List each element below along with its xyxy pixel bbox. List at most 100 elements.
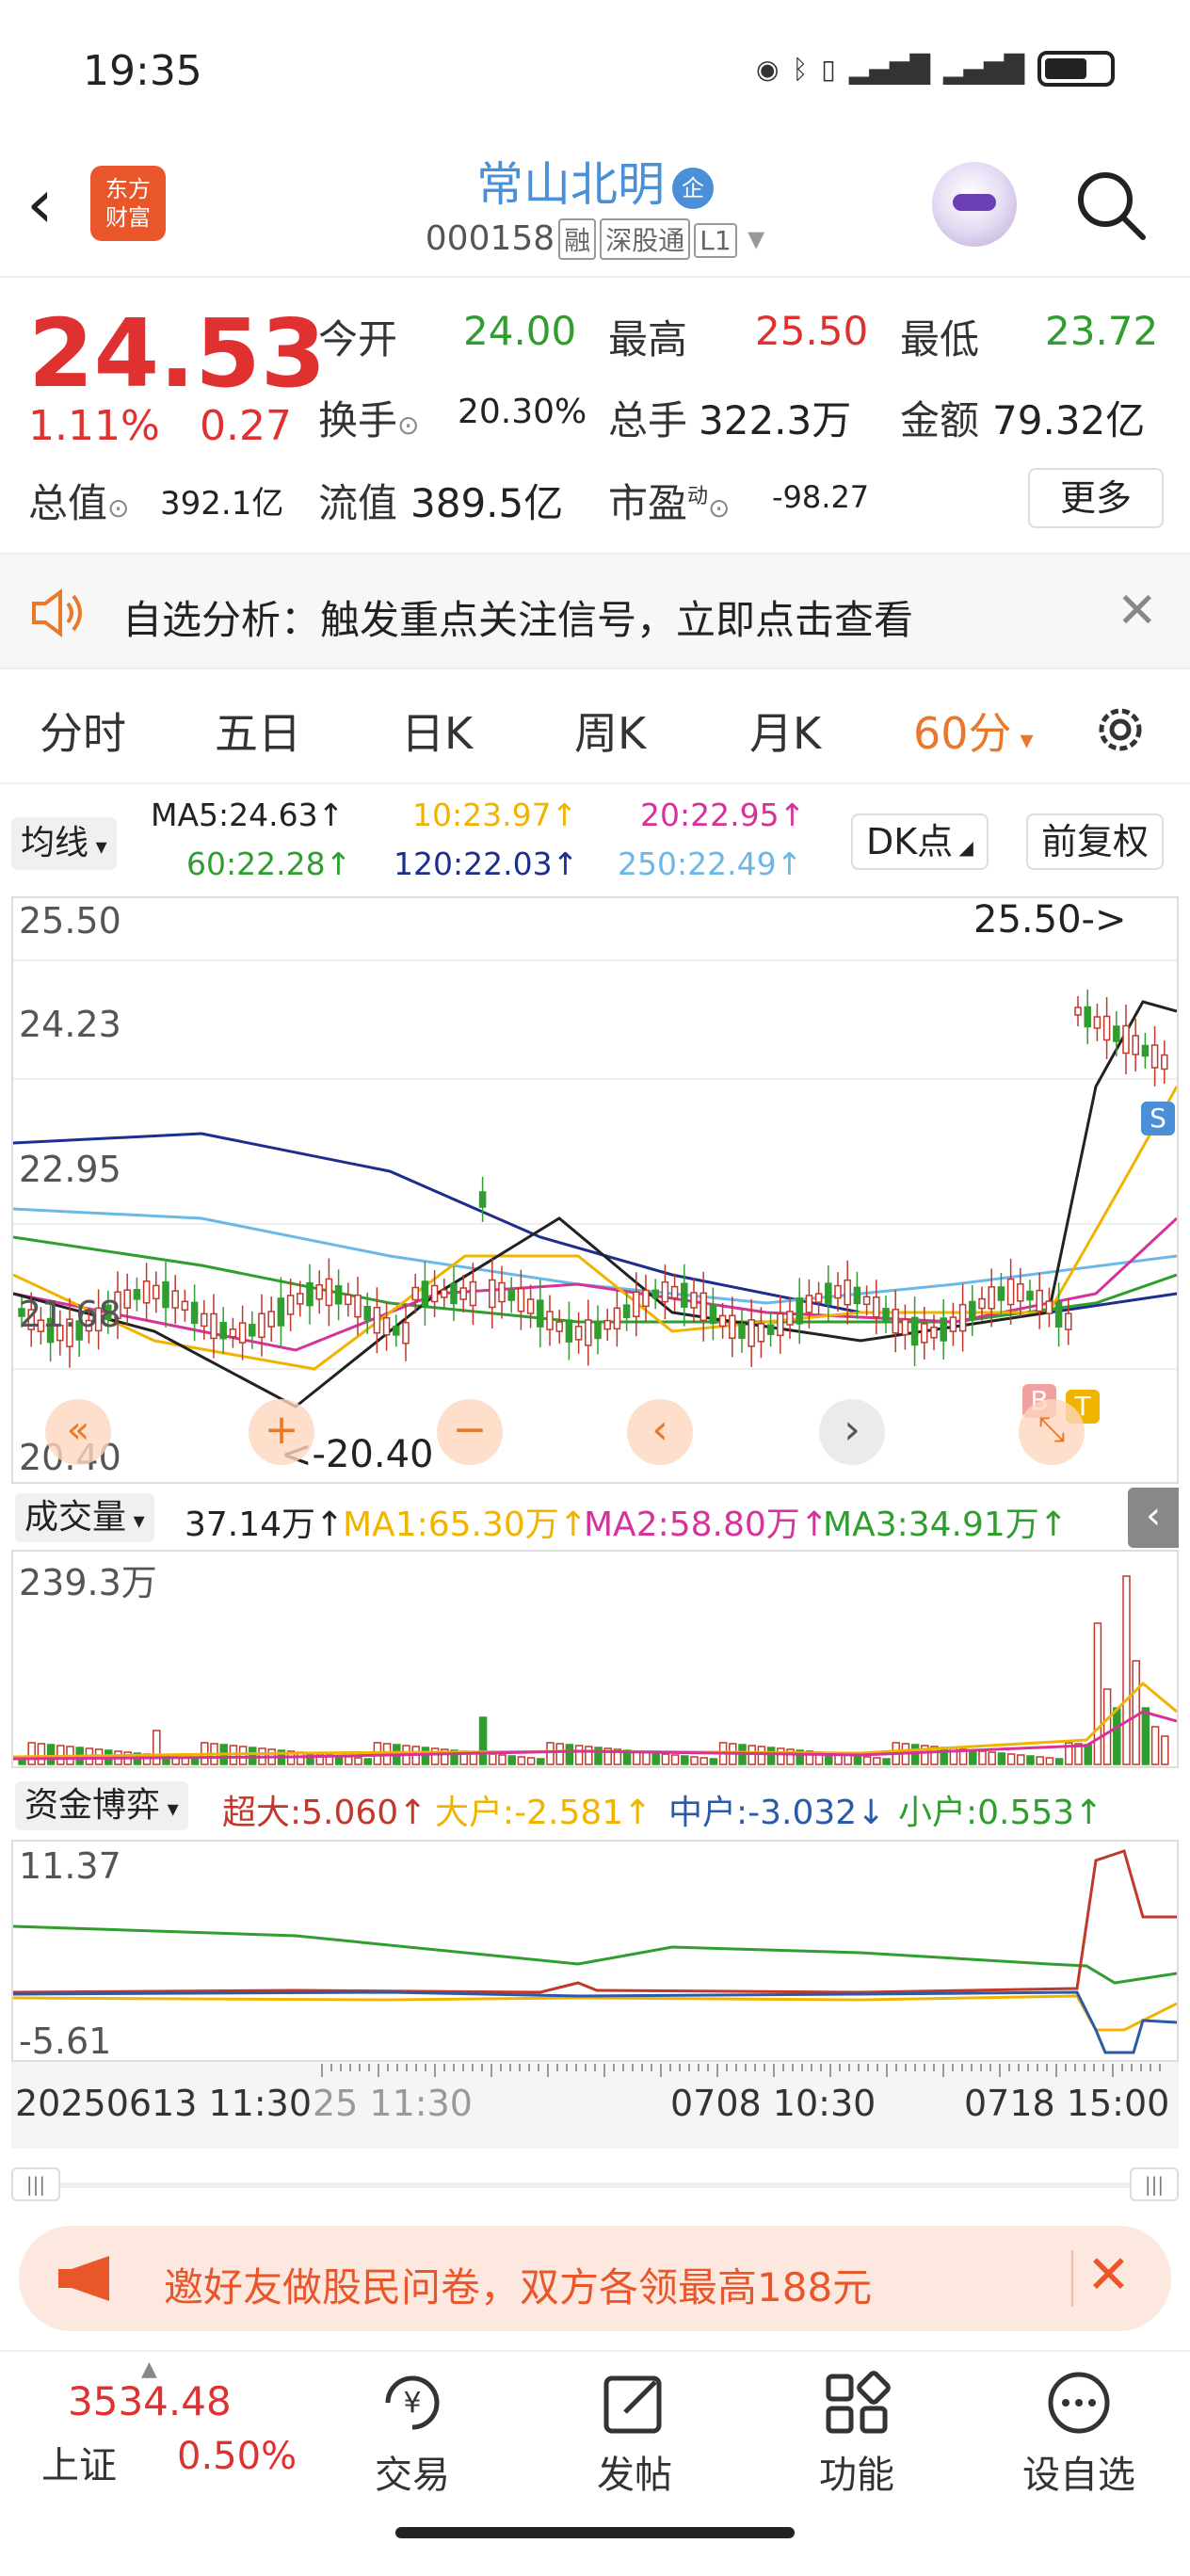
- indicator-selector[interactable]: 均线 ▾: [11, 817, 117, 870]
- fund-chart[interactable]: 11.37 -5.61: [11, 1840, 1179, 2062]
- collapse-panel-icon[interactable]: ‹: [1128, 1488, 1179, 1548]
- volume-bar: [681, 1755, 689, 1765]
- volume-bar: [478, 1716, 488, 1765]
- kline-chart[interactable]: 25.50 24.23 22.95 21.68 20.40 25.50-> <-…: [11, 896, 1179, 1484]
- info-icon: ⊙: [107, 492, 130, 523]
- candle-body: [1074, 1006, 1082, 1016]
- edit-icon: [603, 2375, 662, 2434]
- volume-selector[interactable]: 成交量 ▾: [15, 1493, 154, 1542]
- volume-bar: [507, 1755, 516, 1765]
- analysis-notice[interactable]: 自选分析：触发重点关注信号，立即点击查看 ✕: [0, 553, 1190, 669]
- candle-body: [1054, 1301, 1063, 1328]
- enterprise-badge: 企: [672, 167, 714, 209]
- nav-function[interactable]: 功能: [781, 2369, 932, 2499]
- trade-icon: ¥: [385, 2375, 440, 2430]
- dk-point-button[interactable]: DK点 ◢: [851, 813, 989, 870]
- more-button[interactable]: 更多: [1028, 468, 1164, 528]
- prev-icon[interactable]: ‹: [627, 1399, 693, 1465]
- candle-body: [988, 1286, 995, 1310]
- candle-body: [153, 1284, 160, 1300]
- assistant-robot-icon[interactable]: [932, 162, 1017, 247]
- tab-daily[interactable]: 日K: [401, 700, 473, 762]
- candle-body: [997, 1286, 1005, 1301]
- volume-bar: [585, 1746, 593, 1765]
- volume-bar: [1045, 1757, 1054, 1765]
- volume-bar: [498, 1754, 507, 1765]
- candle-body: [297, 1293, 304, 1305]
- sell-marker[interactable]: S: [1141, 1102, 1175, 1135]
- signal-5g-icon: ▂▄▆█: [848, 53, 930, 85]
- candle-body: [670, 1285, 679, 1299]
- candle-body: [354, 1294, 362, 1318]
- candle-body: [613, 1307, 621, 1330]
- chart-scrollbar[interactable]: ||| |||: [11, 2167, 1179, 2201]
- candle-body: [201, 1312, 208, 1328]
- vibrate-icon: ▯: [821, 53, 836, 85]
- tab-60min[interactable]: 60分 ▾: [913, 700, 1034, 762]
- candle-body: [190, 1301, 199, 1325]
- tab-weekly[interactable]: 周K: [574, 700, 646, 762]
- zoom-out-icon[interactable]: −: [437, 1399, 503, 1465]
- zoom-in-icon[interactable]: +: [249, 1399, 314, 1465]
- open-value: 24.00: [463, 308, 577, 354]
- candle-body: [315, 1283, 323, 1300]
- next-icon[interactable]: ›: [819, 1399, 885, 1465]
- tag-level: L1: [694, 223, 737, 258]
- candle-body: [478, 1191, 487, 1208]
- tab-intraday[interactable]: 分时: [40, 700, 126, 762]
- volume-bar: [1150, 1726, 1160, 1765]
- ma-legend: 均线 ▾ MA5:24.63↑ 10:23.97↑ 20:22.95↑ 60:2…: [0, 791, 1190, 894]
- close-icon[interactable]: ✕: [1117, 583, 1158, 639]
- stock-code: 000158: [425, 219, 555, 258]
- candle-body: [1132, 1035, 1139, 1055]
- fund-selector[interactable]: 资金博弈 ▾: [15, 1781, 188, 1830]
- candle-body: [325, 1278, 333, 1307]
- fund-top: 11.37: [19, 1845, 121, 1887]
- candle-body: [766, 1324, 775, 1335]
- candle-body: [738, 1323, 746, 1340]
- volume-bar: [354, 1757, 362, 1765]
- volume-bar: [1113, 1707, 1121, 1765]
- nav-watchlist[interactable]: 设自选: [1004, 2369, 1154, 2499]
- candle-body: [700, 1292, 707, 1322]
- change-percent: 1.11%: [28, 402, 160, 450]
- volume-bar: [27, 1742, 36, 1765]
- tab-monthly[interactable]: 月K: [749, 700, 821, 762]
- nav-trade[interactable]: ¥ 交易: [337, 2369, 488, 2499]
- candle-body: [594, 1320, 602, 1340]
- turnover-value: 20.30%: [458, 393, 587, 431]
- expand-icon[interactable]: ⤡: [1019, 1399, 1085, 1465]
- search-icon[interactable]: [1073, 168, 1149, 243]
- kline-canvas[interactable]: [13, 898, 1177, 1482]
- gear-icon[interactable]: [1090, 700, 1150, 760]
- volume-bar: [690, 1756, 699, 1765]
- candle-body: [382, 1316, 391, 1336]
- volume-bar: [709, 1758, 718, 1765]
- candle-body: [219, 1322, 227, 1340]
- volume-bar: [238, 1746, 248, 1765]
- nav-post[interactable]: 发帖: [559, 2369, 710, 2499]
- index-name[interactable]: 上证: [41, 2435, 117, 2489]
- ma60-label: 60:22.28↑: [186, 845, 352, 882]
- adjust-button[interactable]: 前复权: [1026, 813, 1165, 870]
- scroll-handle-right[interactable]: |||: [1130, 2167, 1179, 2201]
- candle-body: [267, 1311, 275, 1328]
- volume-chart[interactable]: 239.3万: [11, 1550, 1179, 1768]
- candle-body: [393, 1326, 400, 1336]
- ma120-label: 120:22.03↑: [394, 845, 579, 882]
- mcap-label: 总值⊙: [28, 480, 130, 526]
- index-value[interactable]: 3534.48: [68, 2378, 232, 2424]
- scroll-handle-left[interactable]: |||: [11, 2167, 60, 2201]
- candle-body: [834, 1284, 842, 1299]
- candle-body: [469, 1280, 477, 1307]
- time-label-left2: 25 11:30: [313, 2083, 473, 2124]
- rewind-icon[interactable]: «: [45, 1399, 111, 1465]
- promo-banner[interactable]: 邀好友做股民问卷，双方各领最高188元 ✕: [19, 2226, 1171, 2331]
- index-percent[interactable]: 0.50%: [177, 2435, 297, 2478]
- candle-body: [238, 1322, 247, 1344]
- fund-small: 小户:0.553↑: [898, 1794, 1103, 1832]
- volume-bar: [940, 1747, 948, 1765]
- tab-five-day[interactable]: 五日: [215, 700, 301, 762]
- close-icon[interactable]: ✕: [1086, 2245, 1131, 2306]
- volume-bar: [882, 1758, 891, 1765]
